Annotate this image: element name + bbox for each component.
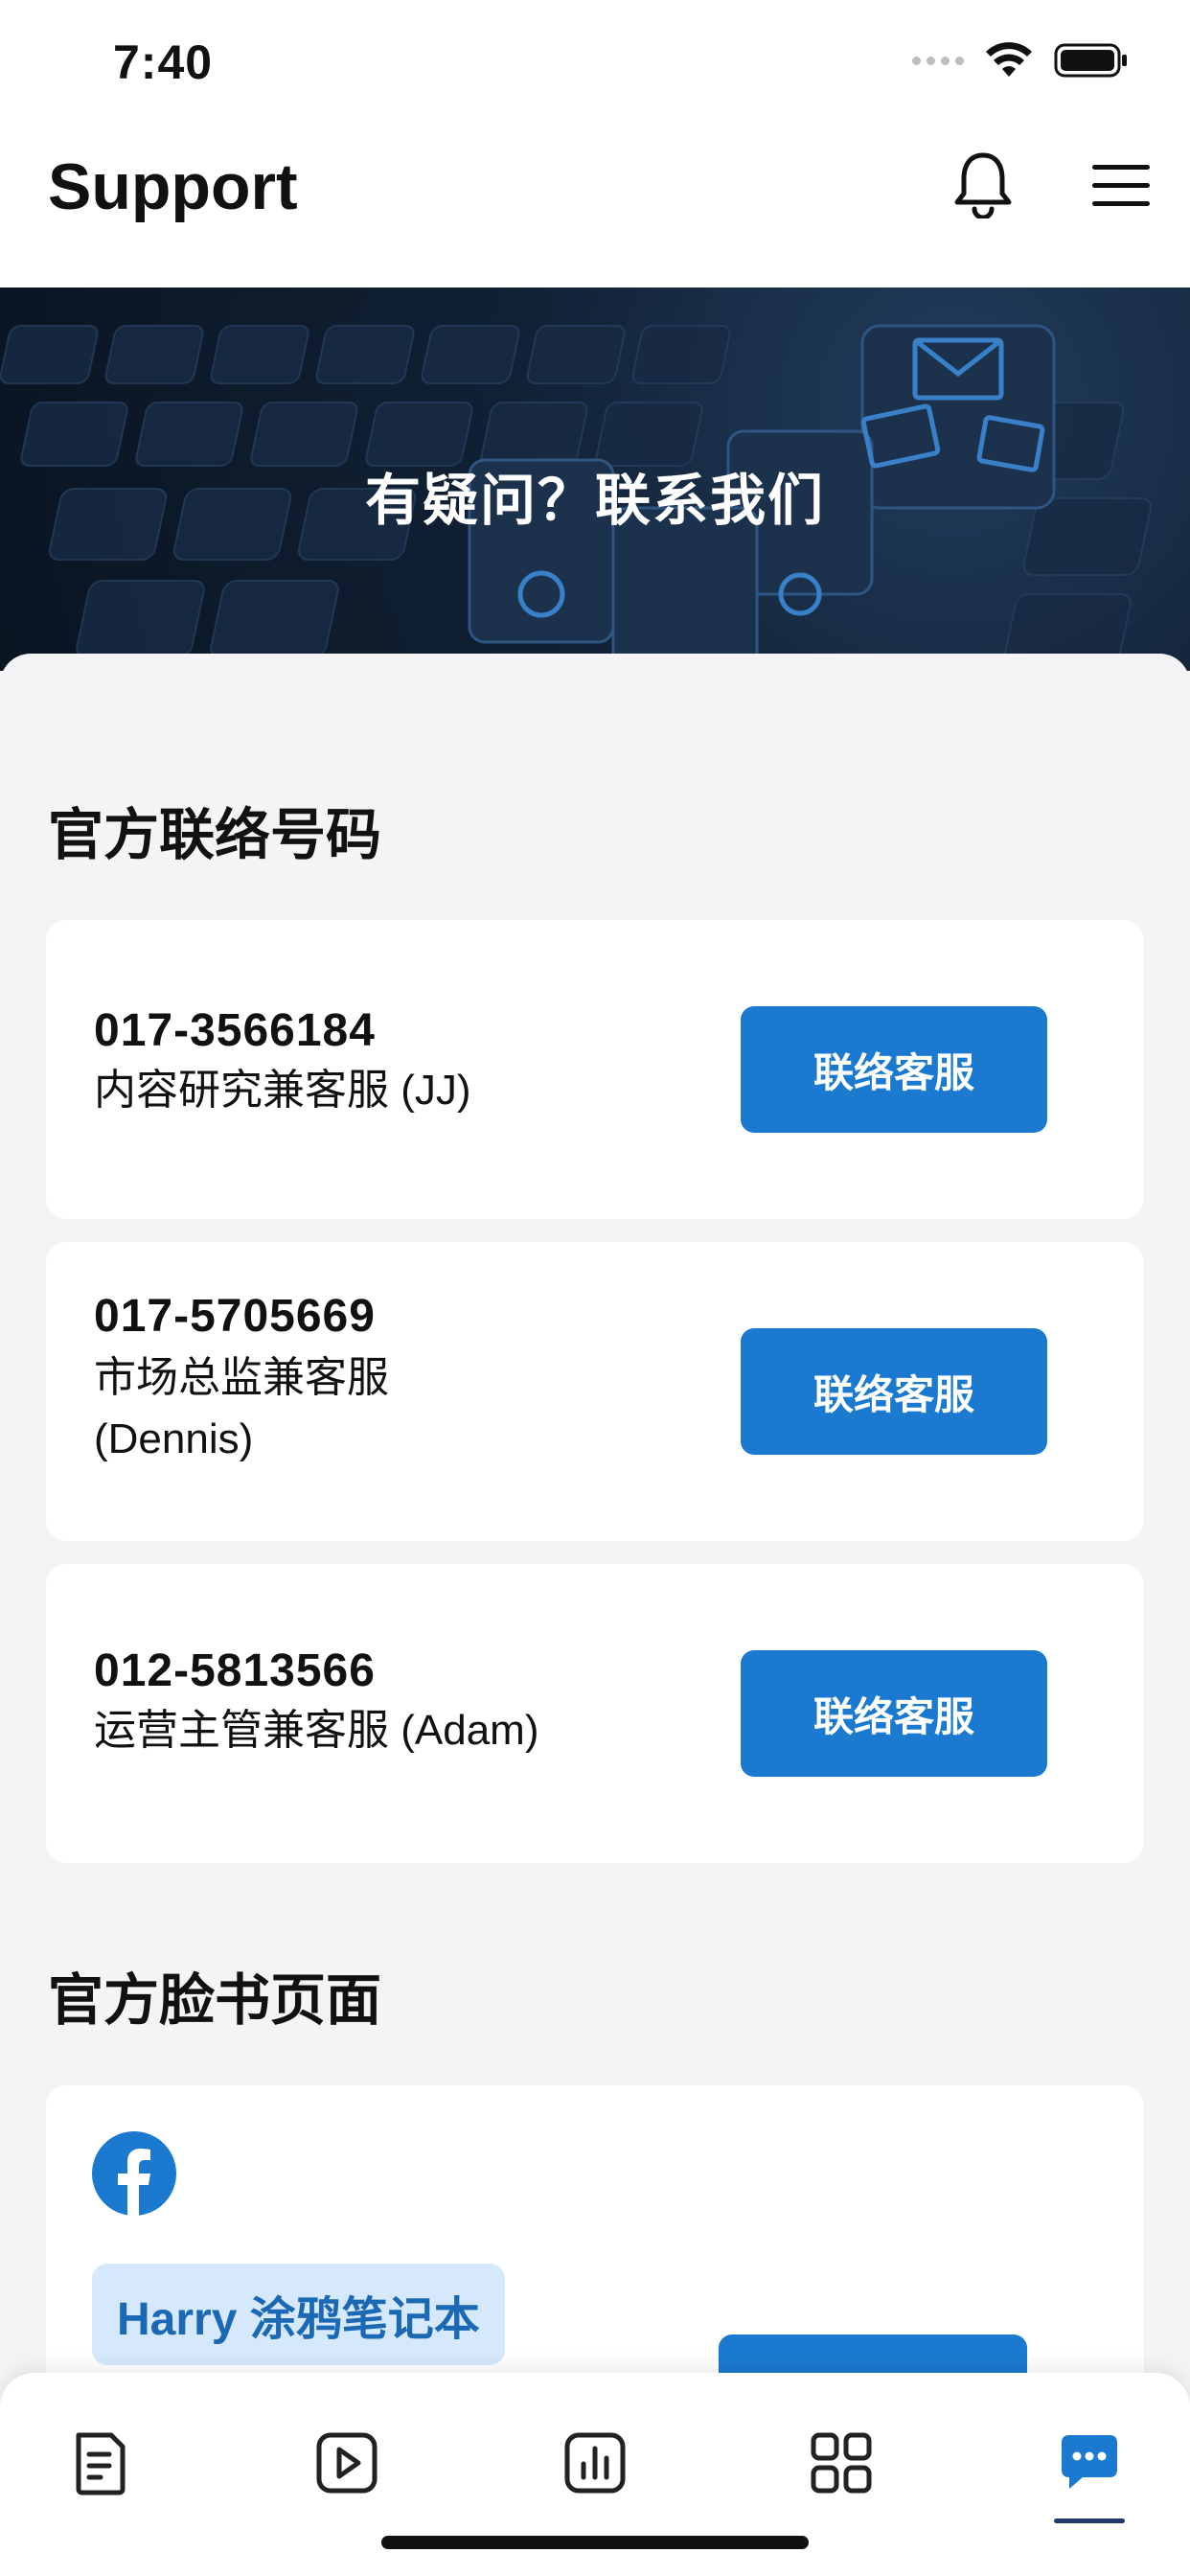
contact-support-button[interactable]: 联络客服 — [741, 1006, 1047, 1133]
bar-chart-icon — [564, 2432, 626, 2494]
contact-support-button[interactable]: 联络客服 — [741, 1650, 1047, 1777]
hero-banner: 有疑问？联系我们 — [0, 288, 1190, 671]
page-title: Support — [48, 150, 298, 223]
grid-icon — [811, 2432, 872, 2494]
contact-card: 017-5705669 市场总监兼客服 (Dennis) 联络客服 — [46, 1242, 1144, 1541]
nav-videos[interactable] — [309, 2425, 385, 2501]
contact-role: 运营主管兼客服 (Adam) — [94, 1707, 539, 1754]
content-panel: 官方联络号码 017-3566184 内容研究兼客服 (JJ) 联络客服 017… — [0, 654, 1190, 2576]
facebook-icon[interactable] — [92, 2131, 176, 2216]
nav-notes[interactable] — [62, 2425, 139, 2501]
battery-icon — [1054, 43, 1127, 78]
app-header: Support — [0, 125, 1190, 288]
nav-support[interactable] — [1051, 2425, 1128, 2501]
facebook-section-title: 官方脸书页面 — [48, 1969, 382, 2032]
contact-phone: 012-5813566 — [94, 1645, 376, 1696]
notes-icon — [76, 2432, 126, 2496]
home-indicator — [381, 2536, 809, 2549]
contact-card: 012-5813566 运营主管兼客服 (Adam) 联络客服 — [46, 1564, 1144, 1863]
contact-role: 内容研究兼客服 (JJ) — [94, 1067, 471, 1114]
chat-support-icon — [1062, 2435, 1117, 2489]
facebook-page-name[interactable]: Harry 涂鸦笔记本 — [92, 2264, 505, 2365]
hero-title: 有疑问？联系我们 — [364, 470, 825, 532]
contact-card: 017-3566184 内容研究兼客服 (JJ) 联络客服 — [46, 920, 1144, 1219]
nav-stats[interactable] — [557, 2425, 633, 2501]
menu-button[interactable] — [1085, 150, 1157, 222]
wifi-icon — [986, 42, 1032, 77]
contact-phone: 017-3566184 — [94, 1005, 376, 1056]
cellular-signal-icon — [912, 56, 964, 65]
contact-role: 市场总监兼客服 (Dennis) — [94, 1354, 389, 1462]
status-bar: 7:40 — [0, 0, 1190, 125]
contact-phone: 017-5705669 — [94, 1291, 376, 1342]
video-play-icon — [316, 2432, 378, 2494]
status-icons — [912, 42, 1129, 79]
phones-section-title: 官方联络号码 — [48, 804, 382, 866]
contact-support-button[interactable]: 联络客服 — [741, 1328, 1047, 1455]
status-time: 7:40 — [113, 35, 214, 89]
hamburger-menu-icon — [1092, 165, 1150, 206]
nav-more[interactable] — [803, 2425, 880, 2501]
bell-icon — [954, 152, 1012, 218]
notifications-button[interactable] — [949, 146, 1018, 222]
active-tab-indicator — [1054, 2518, 1125, 2523]
